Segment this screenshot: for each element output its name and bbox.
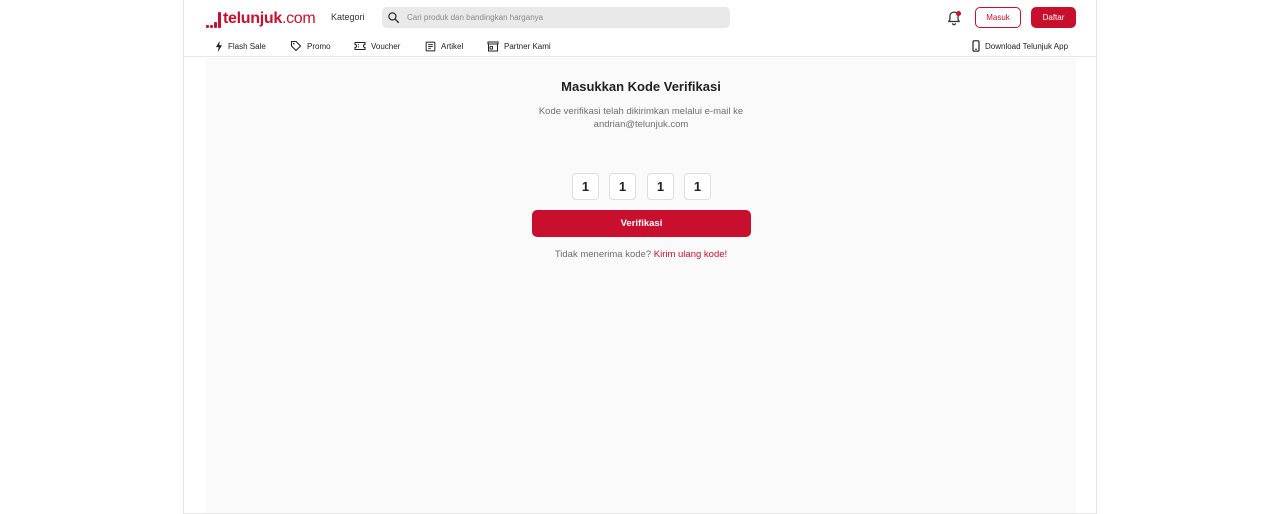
logo-bars-icon: [206, 11, 221, 28]
register-button[interactable]: Daftar: [1031, 7, 1076, 28]
nav-item-flash-sale[interactable]: Flash Sale: [215, 40, 266, 52]
search-bar[interactable]: [382, 7, 730, 28]
nav-item-artikel[interactable]: Artikel: [425, 40, 463, 52]
nav-item-label: Promo: [307, 41, 331, 51]
phone-icon: [972, 40, 980, 52]
tag-icon: [290, 40, 302, 52]
otp-digit-1[interactable]: [572, 173, 599, 200]
article-icon: [425, 41, 436, 51]
download-app-label: Download Telunjuk App: [985, 41, 1069, 51]
notification-button[interactable]: [947, 10, 961, 26]
nav-item-label: Flash Sale: [228, 41, 266, 51]
header: telunjuk.com Kategori Masuk Daftar: [184, 0, 1096, 37]
otp-digit-2[interactable]: [609, 173, 636, 200]
description-text: Kode verifikasi telah dikirimkan melalui…: [538, 106, 744, 117]
download-app-link[interactable]: Download Telunjuk App: [972, 40, 1068, 52]
otp-digit-4[interactable]: [684, 173, 711, 200]
nav-item-label: Partner Kami: [504, 41, 551, 51]
notification-dot: [956, 11, 961, 16]
verify-button[interactable]: Verifikasi: [532, 210, 751, 237]
nav-item-partner-kami[interactable]: Partner Kami: [487, 40, 551, 52]
search-input[interactable]: [407, 13, 707, 22]
logo-text: telunjuk.com: [223, 10, 316, 27]
resend-prompt: Tidak menerima kode?: [554, 249, 652, 260]
verification-panel: Masukkan Kode Verifikasi Kode verifikasi…: [206, 58, 1076, 513]
nav-item-label: Artikel: [441, 41, 464, 51]
resend-code-link[interactable]: Kirim ulang kode!: [654, 249, 727, 260]
nav-bar: Flash Sale Promo Voucher Artikel Partner…: [184, 37, 1096, 57]
search-icon: [388, 12, 400, 24]
telunjuk-logo[interactable]: telunjuk.com: [206, 8, 316, 28]
resend-row: Tidak menerima kode? Kirim ulang kode!: [206, 249, 1076, 260]
store-icon: [487, 41, 499, 51]
otp-digit-3[interactable]: [647, 173, 674, 200]
page-frame: telunjuk.com Kategori Masuk Daftar Flash…: [183, 0, 1097, 514]
kategori-menu[interactable]: Kategori: [331, 12, 365, 22]
nav-item-voucher[interactable]: Voucher: [354, 40, 400, 52]
nav-item-label: Voucher: [371, 41, 401, 51]
login-button[interactable]: Masuk: [975, 7, 1021, 28]
ticket-icon: [354, 42, 366, 50]
lightning-icon: [215, 40, 223, 52]
nav-item-promo[interactable]: Promo: [290, 40, 331, 52]
recipient-email: andrian@telunjuk.com: [593, 118, 689, 130]
verification-description: Kode verifikasi telah dikirimkan melalui…: [206, 106, 1076, 131]
page-title: Masukkan Kode Verifikasi: [561, 79, 721, 94]
